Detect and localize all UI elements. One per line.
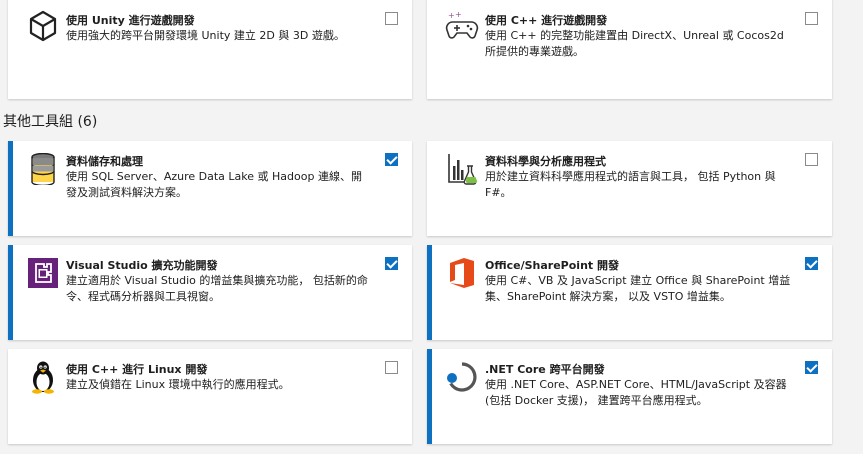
workload-card-vs-extension[interactable]: Visual Studio 擴充功能開發 建立適用於 Visual Studio… [8, 245, 412, 340]
workload-title: 使用 C++ 進行 Linux 開發 [66, 363, 208, 376]
workload-title: 使用 C++ 進行遊戲開發 [485, 14, 608, 27]
workload-checkbox[interactable] [385, 361, 398, 374]
office-icon [445, 256, 479, 290]
workload-description: 使用強大的跨平台開發環境 Unity 建立 2D 與 3D 遊戲。 [66, 29, 345, 42]
workload-checkbox[interactable] [385, 153, 398, 166]
workload-title: Office/SharePoint 開發 [485, 259, 619, 272]
workload-title: Visual Studio 擴充功能開發 [66, 259, 218, 272]
workload-card-data-storage[interactable]: 資料儲存和處理 使用 SQL Server、Azure Data Lake 或 … [8, 141, 412, 236]
workload-title: 資料科學與分析應用程式 [485, 155, 606, 168]
gamepad-icon: + + [445, 9, 479, 43]
workload-description: 使用 .NET Core、ASP.NET Core、HTML/JavaScrip… [485, 378, 787, 407]
workload-card-data-science[interactable]: 資料科學與分析應用程式 用於建立資料科學應用程式的語言與工具， 包括 Pytho… [427, 141, 832, 236]
workload-description: 使用 SQL Server、Azure Data Lake 或 Hadoop 連… [66, 170, 362, 199]
dotnet-core-icon [445, 360, 479, 394]
workload-title: .NET Core 跨平台開發 [485, 363, 605, 376]
section-title: 其他工具組 (6) [3, 114, 98, 130]
workload-checkbox[interactable] [385, 12, 398, 25]
workload-checkbox[interactable] [805, 153, 818, 166]
workload-description: 用於建立資料科學應用程式的語言與工具， 包括 Python 與 F#。 [485, 170, 776, 199]
data-science-icon [445, 152, 479, 186]
workload-card-office[interactable]: Office/SharePoint 開發 使用 C#、VB 及 JavaScri… [427, 245, 832, 340]
workload-checkbox[interactable] [805, 361, 818, 374]
unity-icon [26, 9, 60, 43]
workload-checkbox[interactable] [385, 257, 398, 270]
svg-text:+: + [455, 10, 462, 19]
linux-penguin-icon [26, 360, 60, 394]
workload-card-unity[interactable]: 使用 Unity 進行遊戲開發 使用強大的跨平台開發環境 Unity 建立 2D… [8, 0, 412, 99]
workload-description: 使用 C++ 的完整功能建置由 DirectX、Unreal 或 Cocos2d… [485, 29, 784, 58]
database-icon [26, 152, 60, 186]
workload-checkbox[interactable] [805, 257, 818, 270]
workload-card-cpp-linux[interactable]: 使用 C++ 進行 Linux 開發 建立及偵錯在 Linux 環境中執行的應用… [8, 349, 412, 444]
vs-extension-icon [26, 256, 60, 290]
workload-card-dotnet-core[interactable]: .NET Core 跨平台開發 使用 .NET Core、ASP.NET Cor… [427, 349, 832, 444]
workload-checkbox[interactable] [805, 12, 818, 25]
workload-title: 資料儲存和處理 [66, 155, 143, 168]
workload-description: 使用 C#、VB 及 JavaScript 建立 Office 與 ShareP… [485, 274, 791, 303]
workload-card-cpp-game[interactable]: + + 使用 C++ 進行遊戲開發 使用 C++ 的完整功能建置由 Direct… [427, 0, 832, 99]
svg-text:+: + [448, 11, 455, 20]
workload-description: 建立適用於 Visual Studio 的增益集與擴充功能， 包括新的命令、程式… [66, 274, 368, 303]
workload-description: 建立及偵錯在 Linux 環境中執行的應用程式。 [66, 378, 290, 391]
workload-title: 使用 Unity 進行遊戲開發 [66, 14, 195, 27]
